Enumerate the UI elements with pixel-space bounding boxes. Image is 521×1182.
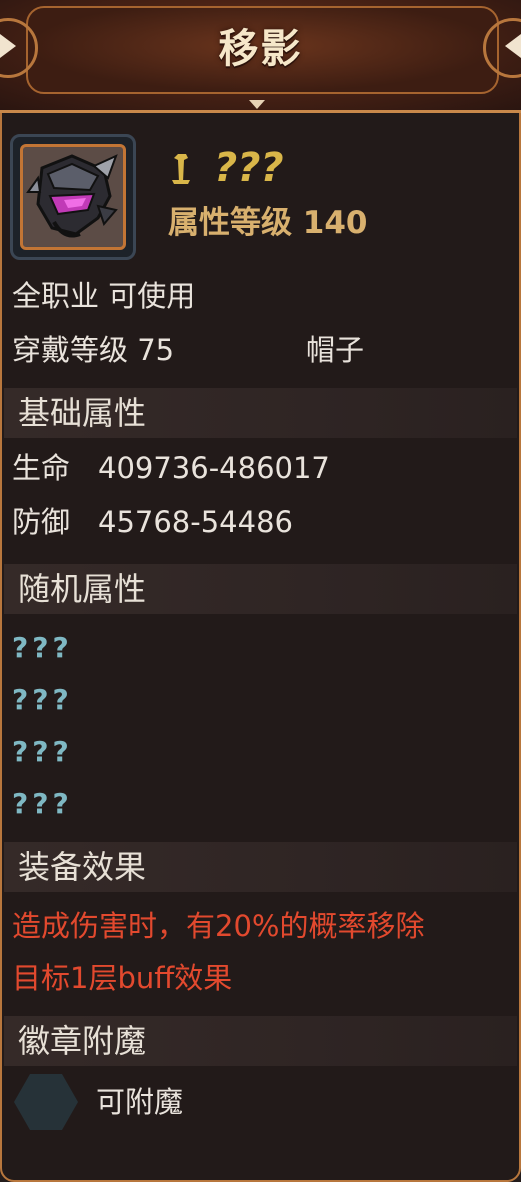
- section-random-attributes: 随机属性: [4, 564, 517, 614]
- stat-label-defense: 防御: [12, 505, 71, 539]
- effect-text-line: 造成伤害时，有20%的概率移除: [12, 909, 425, 943]
- helmet-icon: [24, 148, 122, 246]
- item-icon-slot: [20, 144, 126, 250]
- section-title: 徽章附魔: [18, 1022, 147, 1060]
- stat-value-hp: 409736-486017: [98, 451, 330, 485]
- item-name: ???: [214, 145, 284, 191]
- enchant-available-label: 可附魔: [96, 1085, 184, 1119]
- title-banner: 移影: [0, 0, 521, 113]
- item-icon-frame[interactable]: [10, 134, 136, 260]
- section-equipment-effect: 装备效果: [4, 842, 517, 892]
- hexagon-slot-icon[interactable]: [14, 1074, 78, 1130]
- item-detail-panel: 移影 ??? 属性等级 140 全职业 可使用 穿戴等级 75 帽子 基础属性: [0, 0, 521, 1182]
- stat-label-hp: 生命: [12, 451, 71, 485]
- stat-value-defense: 45768-54486: [98, 505, 293, 539]
- attribute-level: 属性等级 140: [168, 205, 368, 241]
- section-basic-attributes: 基础属性: [4, 388, 517, 438]
- usable-class: 全职业 可使用: [12, 279, 196, 313]
- sword-icon: [172, 154, 190, 184]
- item-title: 移影: [218, 26, 303, 72]
- random-attribute-row: ???: [12, 683, 73, 716]
- section-title: 随机属性: [18, 570, 147, 608]
- equipment-slot: 帽子: [306, 333, 365, 367]
- section-badge-enchant: 徽章附魔: [4, 1016, 517, 1066]
- random-attribute-row: ???: [12, 735, 73, 768]
- section-title: 基础属性: [18, 394, 147, 432]
- random-attribute-row: ???: [12, 631, 73, 664]
- banner-notch-icon: [249, 100, 265, 109]
- section-title: 装备效果: [18, 848, 147, 886]
- wear-level: 穿戴等级 75: [12, 333, 175, 367]
- random-attribute-row: ???: [12, 787, 73, 820]
- effect-text-line: 目标1层buff效果: [12, 961, 233, 995]
